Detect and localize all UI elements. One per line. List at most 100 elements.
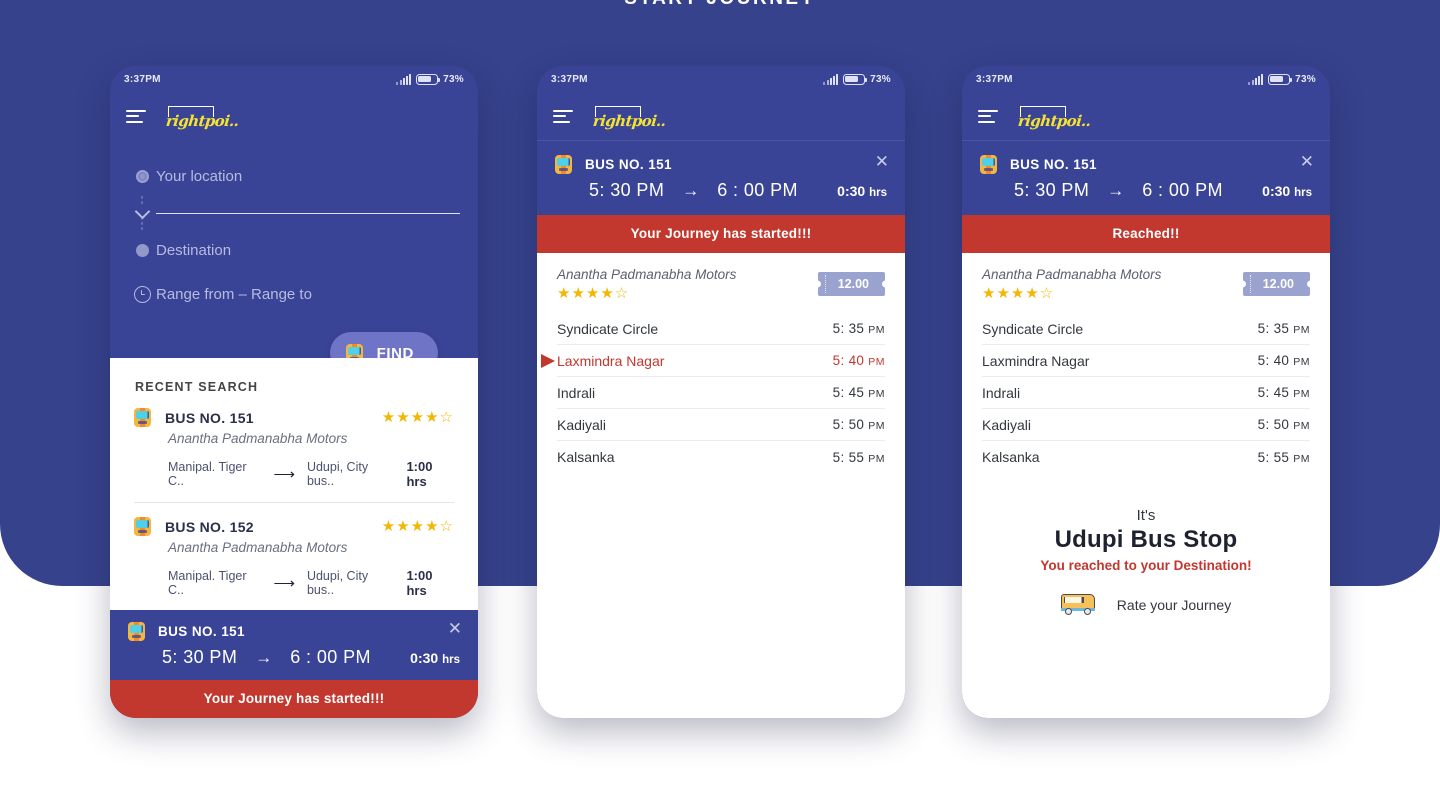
operator-fare-row: Anantha Padmanabha Motors ★★★★☆ 12.00 bbox=[537, 253, 905, 307]
phone-screen-tracking: 3:37PM 73% rightpoi.. ✕ BUS NO. 151 5: 3… bbox=[537, 66, 905, 718]
signal-bars-icon bbox=[823, 73, 839, 85]
app-bar: rightpoi.. bbox=[962, 92, 1330, 140]
status-time: 3:37PM bbox=[551, 73, 588, 85]
ticket-icon: 12.00 bbox=[1238, 272, 1314, 296]
bus-front-icon bbox=[134, 408, 151, 427]
search-form: Your location Destination Range from – R… bbox=[110, 140, 478, 374]
stop-time: 5: 55 bbox=[1257, 449, 1290, 465]
battery-icon bbox=[1268, 73, 1293, 85]
stop-meridiem: PM bbox=[868, 420, 885, 432]
arrived-body: Anantha Padmanabha Motors ★★★★☆ 12.00 Sy… bbox=[962, 253, 1330, 718]
depart-time: 5: 30 PM bbox=[162, 647, 238, 667]
rating-stars: ★★★★☆ bbox=[381, 409, 454, 426]
hamburger-menu-icon[interactable] bbox=[978, 109, 998, 123]
journey-duration-unit: hrs bbox=[1294, 187, 1312, 199]
journey-status-card: ✕ BUS NO. 151 5: 30 PM → 6 : 00 PM 0:30 … bbox=[537, 140, 905, 215]
bus-side-icon bbox=[1060, 593, 1095, 617]
destination-reached-block: It's Udupi Bus Stop You reached to your … bbox=[962, 473, 1330, 617]
route-connector bbox=[128, 196, 156, 230]
origin-input-placeholder: Your location bbox=[156, 167, 243, 185]
bus-number: BUS NO. 151 bbox=[158, 624, 245, 639]
status-banner: Your Journey has started!!! bbox=[110, 680, 478, 718]
journey-duration: 0:30 bbox=[837, 183, 866, 199]
stop-name: Indrali bbox=[557, 384, 596, 401]
depart-time: 5: 30 PM bbox=[589, 180, 665, 200]
battery-percent: 73% bbox=[443, 73, 464, 85]
stop-time: 5: 40 bbox=[832, 353, 865, 368]
destination-input-placeholder: Destination bbox=[156, 241, 232, 259]
bus-front-icon bbox=[128, 622, 145, 641]
time-range-placeholder: Range from – Range to bbox=[156, 285, 312, 303]
app-logo: rightpoi.. bbox=[1017, 103, 1092, 130]
fare-amount: 12.00 bbox=[837, 277, 869, 291]
stop-time: 5: 45 bbox=[1257, 385, 1290, 400]
stop-name: Laxmindra Nagar bbox=[557, 352, 665, 369]
stops-list: Syndicate Circle 5: 35 PM Laxmindra Naga… bbox=[537, 307, 905, 473]
operator-name: Anantha Padmanabha Motors bbox=[557, 267, 737, 282]
stop-name: Indrali bbox=[982, 384, 1021, 401]
battery-icon bbox=[416, 73, 441, 85]
time-range-field[interactable]: Range from – Range to bbox=[128, 274, 460, 314]
stop-row[interactable]: Indrali 5: 45 PM bbox=[557, 377, 885, 409]
status-bar: 3:37PM 73% bbox=[962, 66, 1330, 92]
destination-prefix: It's bbox=[1136, 507, 1156, 524]
close-icon[interactable]: ✕ bbox=[448, 620, 462, 637]
recent-search-heading: RECENT SEARCH bbox=[135, 380, 259, 394]
signal-bars-icon bbox=[1248, 73, 1264, 85]
stop-time: 5: 40 bbox=[1257, 353, 1290, 368]
hamburger-menu-icon[interactable] bbox=[126, 109, 146, 123]
stop-meridiem: PM bbox=[1293, 388, 1310, 400]
stop-meridiem: PM bbox=[1293, 356, 1310, 368]
stop-meridiem: PM bbox=[868, 356, 885, 368]
app-logo: rightpoi.. bbox=[165, 103, 240, 130]
rating-stars: ★★★★☆ bbox=[557, 285, 630, 302]
app-bar: rightpoi.. bbox=[537, 92, 905, 140]
stop-row[interactable]: Kalsanka 5: 55 PM bbox=[982, 441, 1310, 473]
stop-row-current[interactable]: Laxmindra Nagar 5: 40 PM bbox=[541, 345, 885, 377]
stop-row[interactable]: Indrali 5: 45 PM bbox=[982, 377, 1310, 409]
tracking-body: Anantha Padmanabha Motors ★★★★☆ 12.00 Sy… bbox=[537, 253, 905, 718]
journey-duration: 0:30 bbox=[1262, 183, 1291, 199]
journey-status-card: ✕ BUS NO. 151 5: 30 PM → 6 : 00 PM 0:30 … bbox=[110, 610, 478, 718]
close-icon[interactable]: ✕ bbox=[875, 153, 889, 170]
stop-name: Syndicate Circle bbox=[982, 320, 1084, 337]
stop-row[interactable]: Syndicate Circle 5: 35 PM bbox=[982, 313, 1310, 345]
stops-list: Syndicate Circle 5: 35 PM Laxmindra Naga… bbox=[962, 307, 1330, 473]
hamburger-menu-icon[interactable] bbox=[553, 109, 573, 123]
stop-row[interactable]: Kadiyali 5: 50 PM bbox=[557, 409, 885, 441]
stop-row[interactable]: Kadiyali 5: 50 PM bbox=[982, 409, 1310, 441]
stop-name: Kalsanka bbox=[982, 449, 1040, 465]
ticket-icon: 12.00 bbox=[813, 272, 889, 296]
bus-number: BUS NO. 151 bbox=[1010, 157, 1097, 172]
origin-field[interactable]: Your location bbox=[128, 156, 460, 196]
bus-front-icon bbox=[555, 155, 572, 174]
destination-name: Udupi Bus Stop bbox=[1054, 526, 1238, 553]
app-logo: rightpoi.. bbox=[592, 103, 667, 130]
journey-duration-unit: hrs bbox=[442, 654, 460, 666]
status-banner: Reached!! bbox=[962, 215, 1330, 253]
arrow-right-icon: → bbox=[682, 181, 700, 200]
arrive-time: 6 : 00 PM bbox=[1142, 180, 1223, 200]
operator-name: Anantha Padmanabha Motors bbox=[982, 267, 1162, 282]
operator-name: Anantha Padmanabha Motors bbox=[168, 540, 348, 555]
list-item[interactable]: BUS NO. 151 ★★★★☆ Anantha Padmanabha Mot… bbox=[110, 394, 478, 502]
logo-text: rightpoi.. bbox=[592, 112, 667, 130]
destination-field[interactable]: Destination bbox=[128, 230, 460, 270]
list-item[interactable]: BUS NO. 152 ★★★★☆ Anantha Padmanabha Mot… bbox=[110, 503, 478, 611]
arrow-right-icon: ⟶ bbox=[273, 574, 295, 592]
destination-dot-icon bbox=[135, 243, 149, 257]
stop-time: 5: 55 bbox=[832, 449, 865, 465]
arrive-time: 6 : 00 PM bbox=[290, 647, 371, 667]
close-icon[interactable]: ✕ bbox=[1300, 153, 1314, 170]
clock-icon bbox=[133, 285, 151, 303]
stop-row[interactable]: Syndicate Circle 5: 35 PM bbox=[557, 313, 885, 345]
stop-row[interactable]: Laxmindra Nagar 5: 40 PM bbox=[982, 345, 1310, 377]
operator-name: Anantha Padmanabha Motors bbox=[168, 431, 348, 446]
phone-screen-arrived: 3:37PM 73% rightpoi.. ✕ BUS NO. 151 5: 3… bbox=[962, 66, 1330, 718]
arrow-right-icon: → bbox=[1107, 181, 1125, 200]
stop-row[interactable]: Kalsanka 5: 55 PM bbox=[557, 441, 885, 473]
origin-dot-icon bbox=[135, 169, 149, 183]
rating-stars: ★★★★☆ bbox=[982, 285, 1055, 302]
route-duration: 1:00 hrs bbox=[406, 568, 433, 598]
signal-bars-icon bbox=[396, 73, 412, 85]
